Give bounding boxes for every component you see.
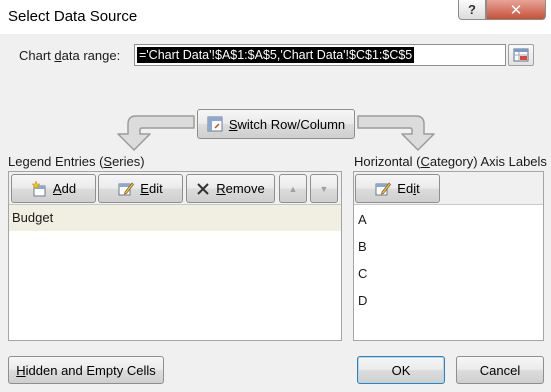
move-up-button[interactable]: ▲ [279,174,307,203]
help-button[interactable]: ? [458,0,486,20]
edit-icon [118,181,135,197]
add-icon [31,180,47,197]
add-series-label: Add [52,181,77,196]
edit-series-label: Edit [140,181,163,196]
switch-row-column-button[interactable]: Switch Row/Column [197,109,355,139]
dialog-title: Select Data Source [8,8,138,25]
select-data-source-dialog: Select Data Source ? ✕ Chart data range:… [0,0,551,392]
move-down-icon: ▼ [319,183,329,194]
range-select-icon [513,48,529,62]
cancel-label: Cancel [479,362,521,378]
move-up-icon: ▲ [288,183,298,194]
hidden-empty-cells-button[interactable]: Hidden and Empty Cells [8,356,164,384]
cancel-button[interactable]: Cancel [456,356,544,384]
hidden-empty-cells-label: Hidden and Empty Cells [16,362,156,378]
legend-entries-title: Legend Entries (Series) [8,154,145,169]
chart-data-range-label: Chart data range: [19,48,121,63]
axis-label-item[interactable]: C [358,266,367,281]
axis-labels-title: Horizontal (Category) Axis Labels [354,154,547,169]
ok-label: OK [391,362,411,378]
axis-label-item[interactable]: B [358,239,367,254]
close-button[interactable]: ✕ [486,0,546,20]
edit-axis-labels-label: Edit [397,181,420,196]
remove-series-label: Remove [216,181,265,196]
right-curved-arrow-icon [357,115,435,151]
help-icon: ? [468,2,476,17]
title-bar: Select Data Source ? ✕ [0,0,551,34]
ok-button[interactable]: OK [357,356,445,384]
edit-series-button[interactable]: Edit [98,174,183,203]
edit-icon [375,181,392,197]
edit-axis-labels-button[interactable]: Edit [355,174,440,203]
axis-label-item[interactable]: A [358,212,367,227]
chart-data-range-value: ='Chart Data'!$A$1:$A$5,'Chart Data'!$C$… [137,47,415,63]
left-curved-arrow-icon [117,115,195,151]
remove-series-button[interactable]: Remove [186,174,275,203]
move-down-button[interactable]: ▼ [310,174,338,203]
close-icon: ✕ [509,1,523,19]
chart-data-range-input[interactable]: ='Chart Data'!$A$1:$A$5,'Chart Data'!$C$… [134,44,506,66]
switch-row-column-icon [207,116,223,132]
remove-icon [196,182,210,196]
switch-row-column-label: Switch Row/Column [228,116,346,132]
collapse-dialog-button[interactable] [508,44,534,66]
series-item-budget[interactable]: Budget [9,205,341,231]
add-series-button[interactable]: Add [11,174,96,203]
axis-label-item[interactable]: D [358,293,367,308]
